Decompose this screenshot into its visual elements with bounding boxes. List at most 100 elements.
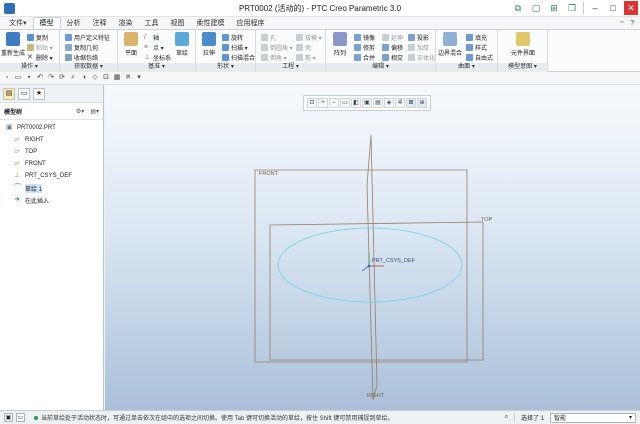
fill-button[interactable]: 填充 xyxy=(466,33,487,42)
favorites-tab-icon[interactable]: ★ xyxy=(33,87,45,100)
extrude-button[interactable]: 拉伸 xyxy=(197,32,221,57)
graphics-window[interactable]: ⊡ + − ▭ ◧ ▣ ▤ ◈ ✲ ⊠ ⊕ FRONT TOP RIGHT PR… xyxy=(105,85,640,410)
point-button[interactable]: × 点 ▾ xyxy=(144,43,164,52)
shrinkwrap-button[interactable]: 收缩包络 xyxy=(65,53,98,62)
tab-analysis[interactable]: 分析 xyxy=(61,18,87,29)
restore-icon[interactable]: ❐ xyxy=(565,1,579,15)
project-button[interactable]: 投影 xyxy=(408,33,429,42)
tree-node-label: 在此插入 xyxy=(25,198,50,205)
tab-render[interactable]: 渲染 xyxy=(113,18,139,29)
navigator-toggle-icon[interactable]: ▣ xyxy=(4,413,13,422)
solidify-icon xyxy=(408,54,415,61)
tree-node-root[interactable]: ▣ PRT0002.PRT xyxy=(0,122,103,134)
insert-here-icon: ➜ xyxy=(14,196,20,203)
view-manager-icon[interactable]: ▦ xyxy=(113,74,121,82)
minimize-ribbon-icon[interactable]: ⌃ xyxy=(619,20,625,28)
tab-applications[interactable]: 应用程序 xyxy=(231,18,271,29)
mirror-button[interactable]: 镜像 xyxy=(354,33,375,42)
rib-button[interactable]: 筋 ▾ xyxy=(296,53,316,62)
windows-icon[interactable]: ⧉ xyxy=(511,1,525,15)
tab-flexible-modeling[interactable]: 柔性建模 xyxy=(191,18,231,29)
component-interface-button[interactable]: 元件界面 xyxy=(511,32,535,57)
browser-toggle-icon[interactable]: ▭ xyxy=(16,413,25,422)
minimize-button[interactable]: – xyxy=(588,1,602,15)
revolve-button[interactable]: 旋转 xyxy=(222,33,243,42)
chamfer-button[interactable]: 倒角 ▾ xyxy=(261,53,287,62)
tree-node-top[interactable]: ▱ TOP xyxy=(0,146,103,158)
tab-view[interactable]: 视图 xyxy=(165,18,191,29)
regenerate-small-icon[interactable]: ⟳ xyxy=(58,74,66,82)
saved-views-icon[interactable]: ⊡ xyxy=(102,74,110,82)
extend-button[interactable]: 延伸 xyxy=(382,33,403,42)
more-icon[interactable]: ▾ xyxy=(135,74,143,82)
tab-file[interactable]: 文件▾ xyxy=(3,18,33,29)
tab-annotate[interactable]: 注释 xyxy=(87,18,113,29)
front-plane[interactable] xyxy=(254,169,468,363)
tree-filters-icon[interactable]: ▤▾ xyxy=(90,108,99,115)
tree-settings-icon[interactable]: ⚙▾ xyxy=(76,108,84,115)
copy-button[interactable]: 复制 xyxy=(27,33,48,42)
close-button[interactable]: ✕ xyxy=(624,1,638,15)
round-button[interactable]: 倒圆角 ▾ xyxy=(261,43,293,52)
csys-button[interactable]: ⊥ 坐标系 xyxy=(144,53,171,62)
find-icon[interactable]: ⌕ xyxy=(505,414,508,421)
solidify-button[interactable]: 实体化 xyxy=(408,53,435,62)
zoom-icon[interactable]: ⌕ xyxy=(69,74,77,82)
plane-icon xyxy=(124,32,138,46)
help-icon[interactable]: ? xyxy=(630,20,634,27)
folder-browser-tab-icon[interactable]: ▭ xyxy=(18,87,30,100)
display-style-icon[interactable]: ◑ xyxy=(80,74,88,82)
status-icons: ▣ ▭ xyxy=(0,413,30,422)
arrange-icon[interactable]: ⊞ xyxy=(547,1,561,15)
save-icon[interactable]: ▪ xyxy=(25,74,33,82)
undo-icon[interactable]: ↶ xyxy=(36,74,44,82)
rib-label: 筋 ▾ xyxy=(305,56,316,62)
sketch-icon xyxy=(175,32,189,46)
style-button[interactable]: 样式 xyxy=(466,43,487,52)
tree-node-sketch[interactable]: ⌒ 草绘 1 xyxy=(0,182,103,194)
trim-button[interactable]: 修剪 xyxy=(354,43,375,52)
selection-filter-dropdown[interactable]: 智能 ▾ xyxy=(550,412,636,423)
intersect-button[interactable]: 相交 xyxy=(382,53,403,62)
redo-icon[interactable]: ↷ xyxy=(47,74,55,82)
hole-button[interactable]: 孔 xyxy=(261,33,276,42)
regenerate-button[interactable]: 重新生成 xyxy=(1,32,25,57)
offset-button[interactable]: 偏移 xyxy=(382,43,403,52)
freeform-button[interactable]: 自由式 xyxy=(466,53,493,62)
sketch-button[interactable]: 草绘 xyxy=(170,32,194,57)
pattern-button[interactable]: 阵列 xyxy=(328,32,352,57)
axis-button[interactable]: / 轴 xyxy=(144,33,159,42)
tab-tools[interactable]: 工具 xyxy=(139,18,165,29)
tree-node-csys[interactable]: ⊥ PRT_CSYS_DEF xyxy=(0,170,103,182)
copy-geometry-button[interactable]: 复制几何 xyxy=(65,43,98,52)
copy-label: 复制 xyxy=(36,36,49,42)
thicken-button[interactable]: 加厚 xyxy=(408,43,429,52)
top-plane[interactable] xyxy=(269,221,484,361)
tree-node-front[interactable]: ▱ FRONT xyxy=(0,158,103,170)
datum-display-icon[interactable]: ◇ xyxy=(91,74,99,82)
draft-button[interactable]: 拔模 ▾ xyxy=(296,33,322,42)
freeform-icon xyxy=(466,54,473,61)
new-file-icon[interactable]: ▫ xyxy=(3,74,11,82)
window-icon[interactable]: ▢ xyxy=(529,1,543,15)
sweep-button[interactable]: 扫描 ▾ xyxy=(222,43,248,52)
paste-button[interactable]: 粘贴 ▾ xyxy=(27,43,53,52)
open-folder-icon[interactable]: ▭ xyxy=(14,74,22,82)
close-window-icon[interactable]: ✕ xyxy=(124,74,132,82)
swept-blend-button[interactable]: 扫描混合 xyxy=(222,53,255,62)
tab-model[interactable]: 模型 xyxy=(32,17,61,29)
model-tree-tab-icon[interactable]: ▤ xyxy=(3,87,15,100)
boundary-blend-button[interactable]: 边界混合 xyxy=(438,32,462,57)
group-label-editing: 编辑 ▾ xyxy=(326,63,435,72)
axis-label: 轴 xyxy=(153,36,160,42)
freeform-label: 自由式 xyxy=(475,56,494,62)
right-label: RIGHT xyxy=(367,393,385,399)
delete-button[interactable]: ✕ 删除 ▾ xyxy=(27,53,53,62)
plane-button[interactable]: 平面 xyxy=(119,32,143,57)
maximize-button[interactable]: □ xyxy=(606,1,620,15)
tree-node-right[interactable]: ▱ RIGHT xyxy=(0,134,103,146)
merge-button[interactable]: 合并 xyxy=(354,53,375,62)
udf-button[interactable]: 用户定义特征 xyxy=(65,33,110,42)
tree-node-insert-here[interactable]: ➜ 在此插入 xyxy=(0,194,103,206)
shell-button[interactable]: 壳 xyxy=(296,43,311,52)
